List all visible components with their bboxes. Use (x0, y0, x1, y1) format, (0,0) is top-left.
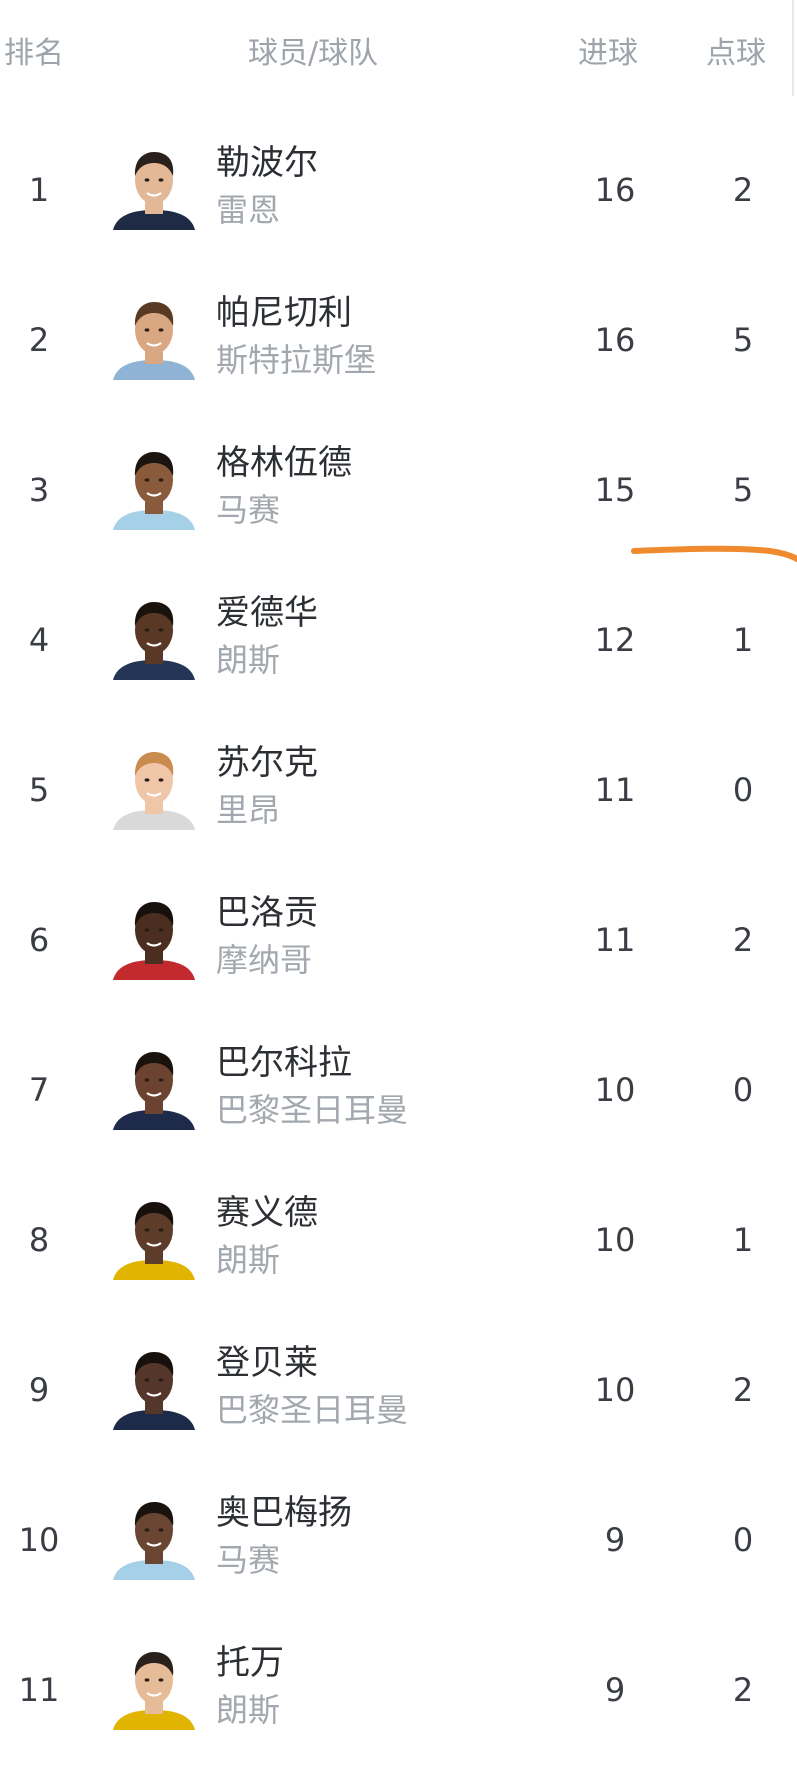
player-photo[interactable] (109, 890, 199, 980)
rank-value: 8 (28, 1221, 50, 1259)
penalties-value: 0 (732, 1071, 754, 1109)
player-row[interactable]: 10 奥巴梅扬马赛 9 0 (0, 1465, 797, 1615)
goals-column-header[interactable]: 进球 (578, 34, 638, 74)
player-photo[interactable] (109, 1340, 199, 1430)
player-name[interactable]: 爱德华 (216, 592, 318, 634)
player-row[interactable]: 1 勒波尔雷恩 16 2 (0, 115, 797, 265)
player-photo[interactable] (109, 440, 199, 530)
penalties-value: 2 (732, 1371, 754, 1409)
goals-value: 11 (594, 921, 636, 959)
penalties-value: 0 (732, 1521, 754, 1559)
table-header: 排名 球员/球队 进球 点球 (0, 0, 797, 104)
player-name[interactable]: 登贝莱 (216, 1342, 318, 1384)
player-photo[interactable] (109, 590, 199, 680)
player-row[interactable]: 8 赛义德朗斯 10 1 (0, 1165, 797, 1315)
header-edge-divider (792, 0, 794, 96)
player-photo[interactable] (109, 1190, 199, 1280)
goals-value: 16 (594, 171, 636, 209)
team-name[interactable]: 朗斯 (216, 640, 280, 680)
player-name[interactable]: 格林伍德 (216, 442, 352, 484)
rank-value: 10 (18, 1521, 60, 1559)
rank-value: 11 (18, 1671, 60, 1709)
player-row[interactable]: 2 帕尼切利斯特拉斯堡 16 5 (0, 265, 797, 415)
goals-value: 15 (594, 471, 636, 509)
team-name[interactable]: 马赛 (216, 490, 280, 530)
player-name[interactable]: 帕尼切利 (216, 292, 352, 334)
player-name[interactable]: 勒波尔 (216, 142, 318, 184)
player-name[interactable]: 奥巴梅扬 (216, 1492, 352, 1534)
player-row[interactable]: 7 巴尔科拉巴黎圣日耳曼 10 0 (0, 1015, 797, 1165)
rank-value: 9 (28, 1371, 50, 1409)
rank-value: 1 (28, 171, 50, 209)
player-photo[interactable] (109, 1490, 199, 1580)
penalties-value: 2 (732, 921, 754, 959)
team-name[interactable]: 朗斯 (216, 1240, 280, 1280)
team-name[interactable]: 雷恩 (216, 190, 280, 230)
player-row[interactable]: 11 托万朗斯 9 2 (0, 1615, 797, 1765)
player-name[interactable]: 赛义德 (216, 1192, 318, 1234)
goals-value: 10 (594, 1221, 636, 1259)
rank-value: 6 (28, 921, 50, 959)
penalties-value: 1 (732, 1221, 754, 1259)
player-photo[interactable] (109, 290, 199, 380)
penalties-column-header[interactable]: 点球 (706, 34, 766, 74)
player-row[interactable]: 6 巴洛贡摩纳哥 11 2 (0, 865, 797, 1015)
goals-value: 12 (594, 621, 636, 659)
player-row[interactable]: 9 登贝莱巴黎圣日耳曼 10 2 (0, 1315, 797, 1465)
goals-value: 10 (594, 1071, 636, 1109)
player-name[interactable]: 苏尔克 (216, 742, 318, 784)
team-name[interactable]: 巴黎圣日耳曼 (216, 1390, 408, 1430)
goals-value: 9 (604, 1521, 626, 1559)
goals-value: 9 (604, 1671, 626, 1709)
rank-value: 7 (28, 1071, 50, 1109)
scorer-list: 1 勒波尔 雷恩 16 2 2 帕尼切利 斯特拉斯堡 16 5 3 格林伍德 马赛 15 5 4 爱德华 朗斯 12… (0, 115, 797, 1765)
player-row[interactable]: 3 格林伍德马赛 15 5 (0, 415, 797, 565)
team-name[interactable]: 斯特拉斯堡 (216, 340, 376, 380)
team-name[interactable]: 巴黎圣日耳曼 (216, 1090, 408, 1130)
team-name[interactable]: 朗斯 (216, 1690, 280, 1730)
penalties-value: 5 (732, 321, 754, 359)
rank-column-header[interactable]: 排名 (4, 34, 64, 74)
player-photo[interactable] (109, 740, 199, 830)
team-name[interactable]: 摩纳哥 (216, 940, 312, 980)
player-name[interactable]: 巴尔科拉 (216, 1042, 352, 1084)
player-name[interactable]: 托万 (216, 1642, 284, 1684)
player-row[interactable]: 5 苏尔克里昂 11 0 (0, 715, 797, 865)
player-name[interactable]: 巴洛贡 (216, 892, 318, 934)
goals-value: 11 (594, 771, 636, 809)
penalties-value: 1 (732, 621, 754, 659)
penalties-value: 2 (732, 1671, 754, 1709)
penalties-value: 5 (732, 471, 754, 509)
team-name[interactable]: 马赛 (216, 1540, 280, 1580)
goals-value: 10 (594, 1371, 636, 1409)
rank-value: 2 (28, 321, 50, 359)
player-photo[interactable] (109, 1640, 199, 1730)
player-team-column-header[interactable]: 球员/球队 (248, 34, 378, 74)
team-name[interactable]: 里昂 (216, 790, 280, 830)
goals-value: 16 (594, 321, 636, 359)
rank-value: 4 (28, 621, 50, 659)
player-photo[interactable] (109, 1040, 199, 1130)
rank-value: 5 (28, 771, 50, 809)
player-row[interactable]: 4 爱德华朗斯 12 1 (0, 565, 797, 715)
penalties-value: 2 (732, 171, 754, 209)
rank-value: 3 (28, 471, 50, 509)
penalties-value: 0 (732, 771, 754, 809)
player-photo[interactable] (109, 140, 199, 230)
